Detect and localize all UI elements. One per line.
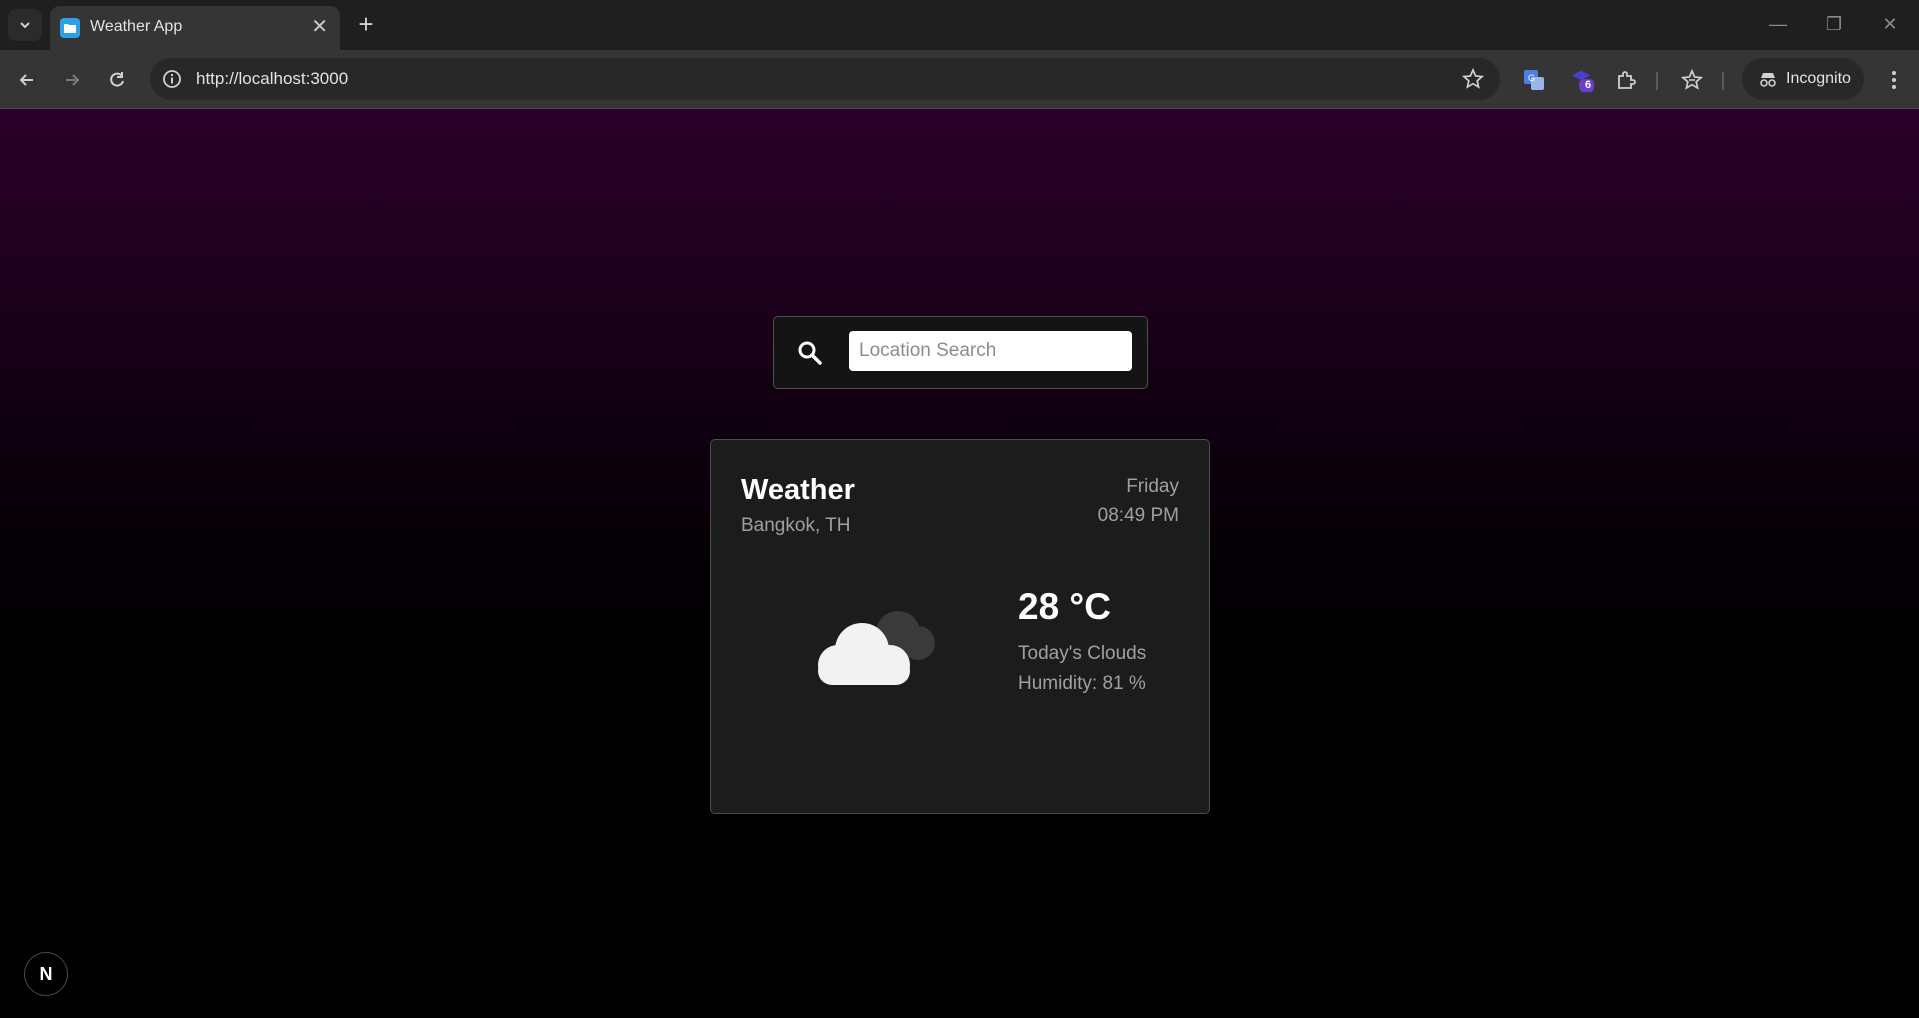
weather-time: 08:49 PM: [1097, 505, 1179, 526]
page-content: Weather Bangkok, TH Friday 08:49 PM 28 °…: [0, 109, 1919, 1018]
weather-day: Friday: [1126, 476, 1179, 497]
incognito-label: Incognito: [1786, 70, 1851, 87]
tab-strip: Weather App ✕ + — ❐ ✕: [0, 0, 1919, 50]
svg-text:G: G: [1528, 73, 1535, 83]
search-icon[interactable]: [796, 339, 824, 367]
chevron-down-icon: [20, 22, 30, 29]
weather-location: Bangkok, TH: [741, 515, 851, 536]
close-icon[interactable]: ✕: [311, 16, 328, 38]
minimize-button[interactable]: —: [1758, 10, 1798, 38]
reload-icon: [110, 72, 124, 87]
menu-kebab-icon[interactable]: [1880, 66, 1908, 94]
weather-description: Today's Clouds: [1018, 643, 1147, 664]
incognito-button[interactable]: Incognito: [1742, 58, 1864, 100]
humidity-value: Humidity: 81 %: [1018, 673, 1146, 694]
bookmarks-star-icon[interactable]: [1678, 66, 1706, 94]
toolbar-divider: [1656, 72, 1658, 90]
restore-button[interactable]: ❐: [1814, 10, 1854, 38]
location-search-box: [773, 316, 1148, 389]
weather-title: Weather: [741, 474, 855, 506]
translate-extension-icon[interactable]: G: [1520, 66, 1548, 94]
address-bar[interactable]: http://localhost:3000: [150, 58, 1500, 100]
arrow-left-icon: [19, 74, 33, 86]
tab-weather-app[interactable]: Weather App ✕: [50, 6, 340, 50]
toolbar-divider: [1722, 72, 1724, 90]
reload-button[interactable]: [102, 65, 132, 95]
tab-title: Weather App: [90, 18, 183, 35]
url-text[interactable]: http://localhost:3000: [196, 69, 348, 89]
close-window-button[interactable]: ✕: [1870, 10, 1910, 38]
new-tab-button[interactable]: +: [352, 10, 380, 38]
extension-badge-icon[interactable]: 6: [1568, 66, 1596, 94]
bookmark-star-icon[interactable]: [1462, 68, 1484, 90]
location-search-input[interactable]: [849, 331, 1132, 371]
nextjs-dev-indicator[interactable]: N: [24, 952, 68, 996]
extension-badge-count: 6: [1585, 79, 1592, 91]
forward-button[interactable]: [57, 65, 87, 95]
folder-icon: [60, 18, 80, 38]
cloud-icon: [818, 611, 935, 685]
browser-toolbar: http://localhost:3000 G 6 Incognito: [0, 50, 1919, 109]
tab-search-button[interactable]: [8, 9, 42, 41]
weather-card: Weather Bangkok, TH Friday 08:49 PM 28 °…: [710, 439, 1210, 814]
arrow-right-icon: [66, 74, 80, 86]
extensions-puzzle-icon[interactable]: [1612, 66, 1640, 94]
incognito-icon: [1760, 73, 1776, 87]
temperature-value: 28 °C: [1018, 586, 1111, 627]
back-button[interactable]: [12, 65, 42, 95]
info-icon[interactable]: [162, 69, 182, 89]
